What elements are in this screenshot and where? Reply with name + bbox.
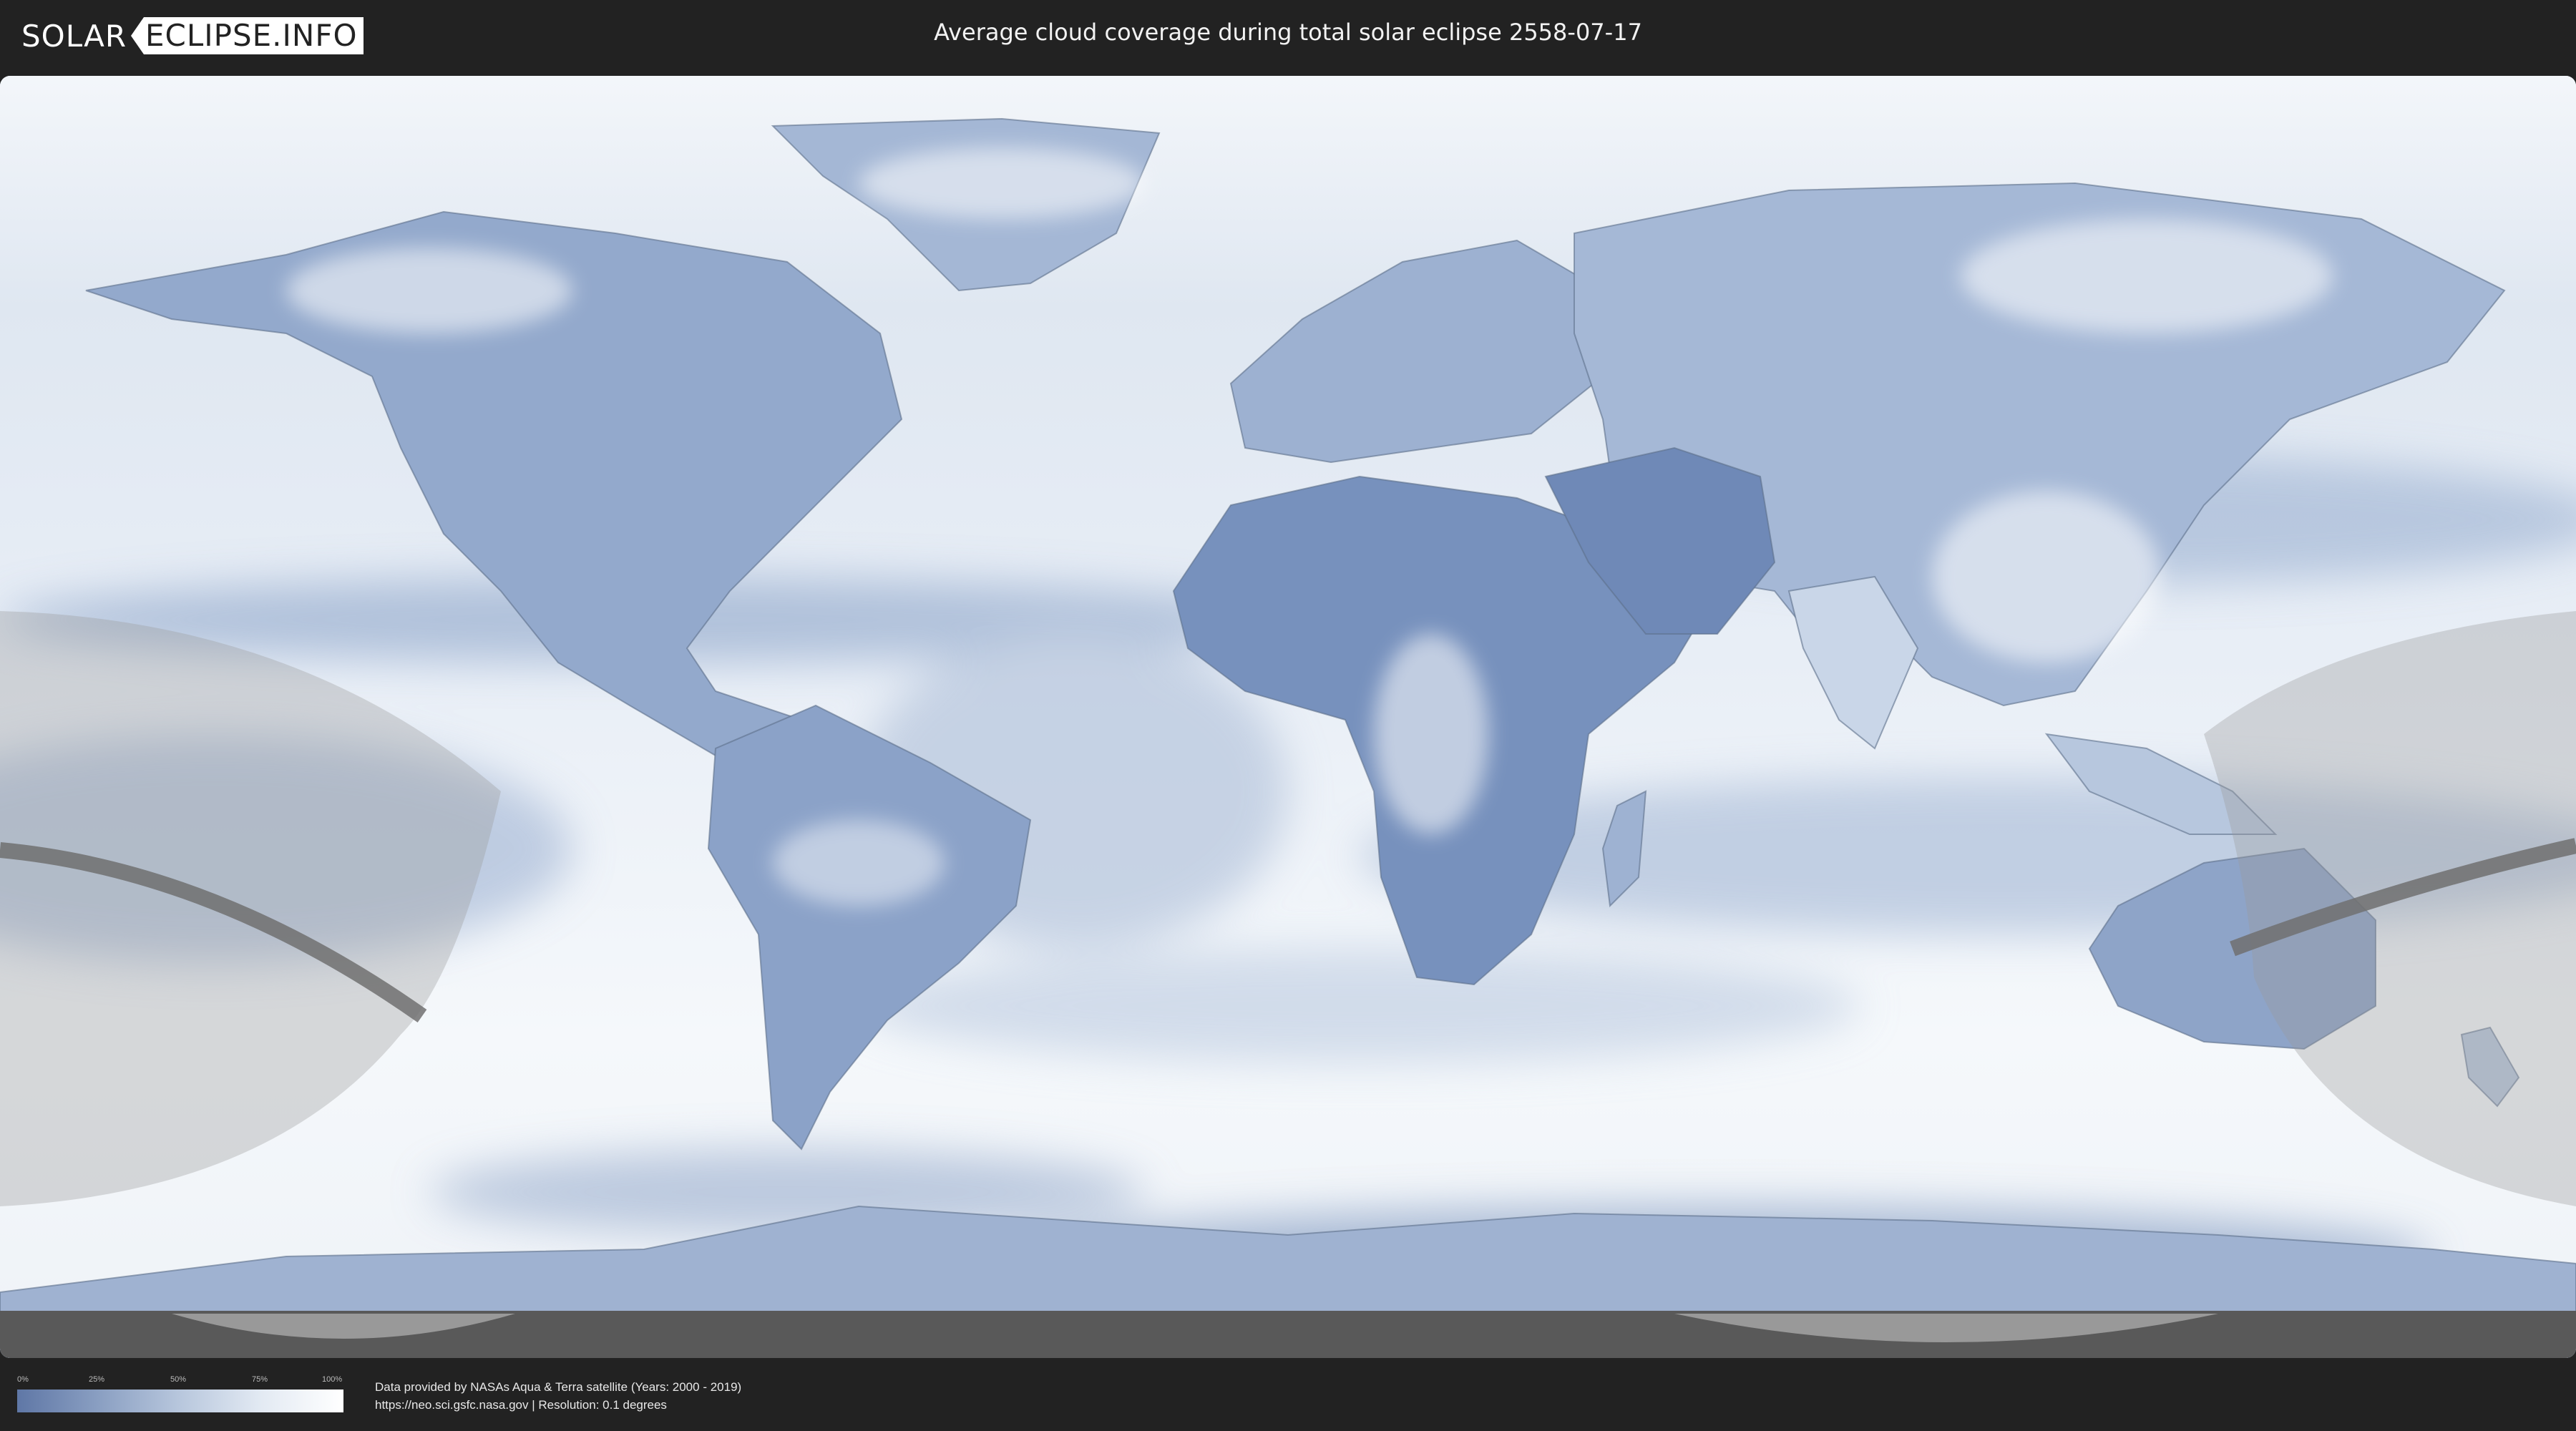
legend-tick-0: 0% [17, 1375, 29, 1384]
credit-url[interactable]: https://neo.sci.gsfc.nasa.gov | Resoluti… [375, 1396, 741, 1414]
legend-tick-75: 75% [252, 1375, 268, 1384]
legend-color-bar [17, 1390, 343, 1412]
legend-tick-50: 50% [170, 1375, 187, 1384]
cloud-coverage-map[interactable] [0, 76, 2576, 1358]
page-title: Average cloud coverage during total sola… [934, 19, 1642, 46]
legend-tick-25: 25% [89, 1375, 105, 1384]
legend-tick-100: 100% [322, 1375, 343, 1384]
legend-ticks: 0% 25% 50% 75% 100% [17, 1375, 343, 1387]
header-bar: SOLAR ECLIPSE.INFO Average cloud coverag… [0, 0, 2576, 72]
credit-source: Data provided by NASAs Aqua & Terra sate… [375, 1380, 742, 1394]
cloud-coverage-legend: 0% 25% 50% 75% 100% [17, 1375, 343, 1412]
data-credit: Data provided by NASAs Aqua & Terra sate… [375, 1378, 741, 1414]
